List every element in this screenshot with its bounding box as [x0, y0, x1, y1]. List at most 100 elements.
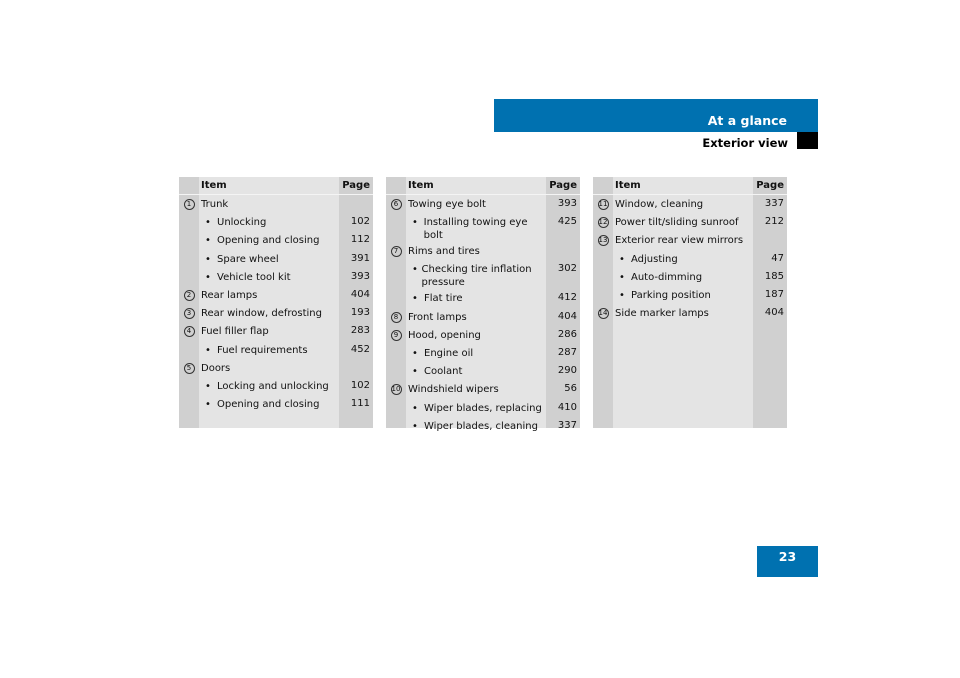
table-row: 4 Fuel filler flap 283 [179, 322, 373, 340]
item-label: Opening and closing [217, 235, 320, 247]
page-ref: 111 [350, 398, 370, 410]
page-ref: 337 [557, 419, 577, 431]
item-label: Windshield wipers [408, 384, 499, 396]
item-label: Unlocking [217, 217, 267, 229]
page-ref: 412 [557, 292, 577, 304]
item-number-badge: 3 [183, 308, 195, 320]
table-row: 12 Power tilt/sliding sunroof 212 [593, 213, 787, 231]
item-number-badge: 14 [597, 308, 609, 320]
page-ref: 393 [557, 198, 577, 209]
table-row: 11 Window, cleaning 337 [593, 195, 787, 213]
item-label: Checking tire inflation pressure [421, 264, 532, 289]
table-row: • Wiper blades, replacing 410 [386, 399, 580, 417]
item-number-badge: 7 [390, 246, 402, 258]
page-ref: 287 [557, 346, 577, 358]
table-row: • Unlocking 102 [179, 213, 373, 231]
item-label: Rims and tires [408, 246, 480, 258]
item-label: Trunk [201, 199, 229, 210]
item-number-badge: 1 [183, 199, 195, 210]
bullet-icon: • [619, 253, 625, 265]
page-header: Page [549, 180, 577, 191]
item-number-badge: 10 [390, 384, 402, 396]
item-header: Item [408, 180, 434, 191]
index-table-3: Item Page 11 Window, cleaning 337 12 Power til… [593, 177, 787, 428]
item-label: Hood, opening [408, 329, 481, 341]
page-ref: 187 [764, 288, 784, 300]
page-ref: 47 [771, 252, 784, 264]
item-label: Parking position [631, 289, 711, 301]
table-row: 6 Towing eye bolt 393 [386, 195, 580, 213]
bullet-icon: • [619, 271, 625, 283]
item-label: Wiper blades, replacing [424, 402, 542, 414]
table-row: • Spare wheel 391 [179, 250, 373, 268]
page-header: Page [756, 180, 784, 191]
item-header: Item [615, 180, 641, 191]
page-ref: 112 [350, 234, 370, 246]
bullet-icon: • [412, 366, 418, 378]
item-label: Side marker lamps [615, 308, 709, 320]
item-label: Auto-dimming [631, 271, 703, 283]
table-row: • Installing towing eye bolt 425 [386, 213, 580, 242]
page-ref: 56 [564, 383, 577, 395]
table-row: • Checking tire inflation pressure 302 [386, 260, 580, 289]
item-number-badge: 8 [390, 311, 402, 323]
page-ref: 283 [350, 325, 370, 337]
table-row: 14 Side marker lamps 404 [593, 304, 787, 322]
table-row: • Locking and unlocking 102 [179, 377, 373, 395]
item-number-badge: 4 [183, 326, 195, 338]
item-label: Coolant [424, 366, 463, 378]
table-row: • Engine oil 287 [386, 344, 580, 362]
item-label: Flat tire [424, 293, 463, 305]
table-row: 2 Rear lamps 404 [179, 286, 373, 304]
page-ref: 185 [764, 270, 784, 282]
bullet-icon: • [205, 217, 211, 229]
section-header-bar: At a glance [494, 99, 818, 132]
table-row: • Parking position 187 [593, 286, 787, 304]
item-number-badge: 9 [390, 329, 402, 341]
bullet-icon: • [412, 217, 418, 229]
bullet-icon: • [412, 402, 418, 414]
item-label: Exterior rear view mirrors [615, 235, 744, 247]
page-ref: 193 [350, 307, 370, 319]
item-label: Engine oil [424, 347, 474, 359]
page-ref: 391 [350, 252, 370, 264]
item-label: Adjusting [631, 253, 678, 265]
page-ref: 337 [764, 198, 784, 209]
bullet-icon: • [412, 347, 418, 359]
bullet-icon: • [205, 271, 211, 283]
table-row: 10 Windshield wipers 56 [386, 380, 580, 398]
index-table-2: Item Page 6 Towing eye bolt 393 • Installing t… [386, 177, 580, 432]
item-label: Opening and closing [217, 399, 320, 411]
page-ref: 102 [350, 216, 370, 228]
table-row: 1 Trunk [179, 195, 373, 213]
page-ref: 404 [764, 307, 784, 319]
item-number-badge: 5 [183, 362, 195, 374]
table-row: • Opening and closing 112 [179, 231, 373, 249]
item-number-badge: 12 [597, 217, 609, 229]
table-row: 9 Hood, opening 286 [386, 326, 580, 344]
page-ref: 212 [764, 216, 784, 228]
item-number-badge: 11 [597, 199, 609, 210]
item-number-badge: 6 [390, 199, 402, 210]
page-ref: 102 [350, 379, 370, 391]
table-row: • Wiper blades, cleaning 337 [386, 417, 580, 435]
page-ref: 302 [557, 263, 577, 275]
item-label: Rear window, defrosting [201, 308, 322, 320]
page-ref: 393 [350, 270, 370, 282]
bullet-icon: • [205, 235, 211, 247]
page-number: 23 [757, 546, 818, 577]
bullet-icon: • [205, 399, 211, 411]
item-label: Towing eye bolt [408, 199, 486, 210]
page-header: Page [342, 180, 370, 191]
table-row: 8 Front lamps 404 [386, 308, 580, 326]
page-ref: 410 [557, 401, 577, 413]
bullet-icon: • [205, 253, 211, 265]
item-label: Window, cleaning [615, 199, 704, 210]
page-ref: 404 [350, 288, 370, 300]
table-header: Item Page [179, 177, 373, 195]
bullet-icon: • [205, 380, 211, 392]
section-marker [797, 132, 818, 149]
item-number-badge: 13 [597, 235, 609, 247]
page-ref: 452 [350, 343, 370, 355]
item-label: Wiper blades, cleaning [424, 420, 538, 432]
